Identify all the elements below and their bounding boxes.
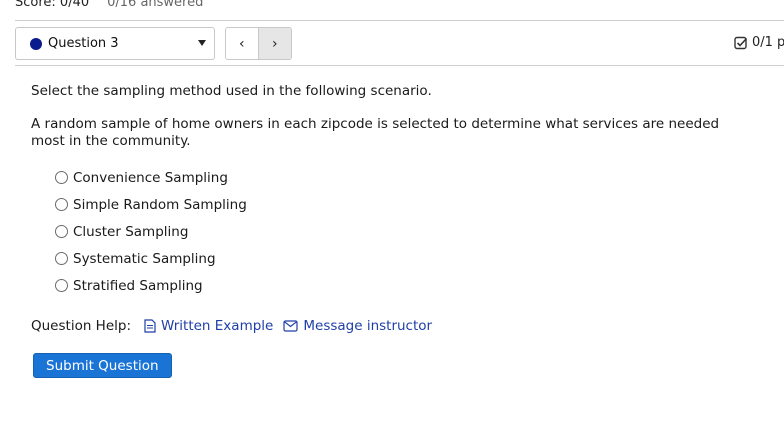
option-cluster-sampling[interactable]: Cluster Sampling	[55, 218, 731, 245]
submit-question-button[interactable]: Submit Question	[33, 353, 172, 378]
answered-count: 0/16 answered	[107, 0, 204, 10]
envelope-icon	[283, 320, 298, 332]
status-dot	[30, 37, 42, 50]
answer-options: Convenience Sampling Simple Random Sampl…	[55, 164, 731, 299]
question-help: Question Help: Written Example Message i…	[31, 318, 432, 334]
radio-button[interactable]	[55, 225, 68, 238]
chevron-down-icon	[198, 40, 206, 46]
option-systematic-sampling[interactable]: Systematic Sampling	[55, 245, 731, 272]
question-help-label: Question Help:	[31, 318, 131, 334]
previous-question-button[interactable]: ‹	[226, 28, 259, 59]
question-selector-label: Question 3	[48, 36, 119, 51]
next-question-button[interactable]: ›	[258, 28, 291, 59]
written-example-link[interactable]: Written Example	[144, 318, 273, 334]
radio-button[interactable]	[55, 171, 68, 184]
written-example-label: Written Example	[161, 318, 274, 334]
question-prompt: Select the sampling method used in the f…	[31, 83, 432, 99]
score-summary: Score: 0/40 0/16 answered	[15, 0, 203, 11]
divider	[15, 20, 784, 21]
option-convenience-sampling[interactable]: Convenience Sampling	[55, 164, 731, 191]
score-text: Score: 0/40	[15, 0, 90, 10]
option-label: Simple Random Sampling	[73, 196, 247, 213]
checkbox-icon	[734, 36, 748, 49]
points-indicator: 0/1 pt	[734, 35, 784, 50]
option-label: Systematic Sampling	[73, 250, 216, 267]
question-pager: ‹ ›	[225, 27, 292, 60]
message-instructor-label: Message instructor	[303, 318, 433, 334]
radio-button[interactable]	[55, 279, 68, 292]
question-nav: Question 3 ‹ › 0/1 pt	[15, 27, 784, 60]
radio-button[interactable]	[55, 252, 68, 265]
option-label: Cluster Sampling	[73, 223, 189, 240]
option-stratified-sampling[interactable]: Stratified Sampling	[55, 272, 731, 299]
points-text: 0/1 pt	[752, 35, 784, 50]
option-label: Convenience Sampling	[73, 169, 228, 186]
document-icon	[144, 319, 156, 333]
question-scenario: A random sample of home owners in each z…	[31, 116, 720, 149]
question-body: Select the sampling method used in the f…	[31, 83, 731, 299]
radio-button[interactable]	[55, 198, 68, 211]
message-instructor-link[interactable]: Message instructor	[283, 318, 432, 334]
divider	[15, 65, 784, 66]
option-label: Stratified Sampling	[73, 277, 203, 294]
question-selector[interactable]: Question 3	[15, 27, 215, 60]
option-simple-random-sampling[interactable]: Simple Random Sampling	[55, 191, 731, 218]
